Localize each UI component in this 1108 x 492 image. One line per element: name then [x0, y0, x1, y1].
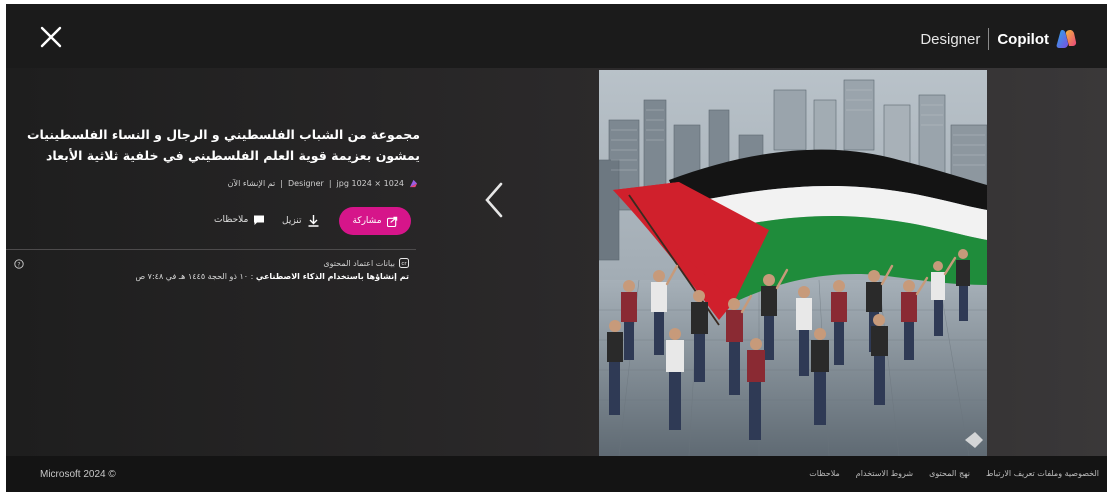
image-title: مجموعة من الشباب الفلسطيني و الرجال و ال… [26, 127, 420, 163]
meta-size: 1024 × 1024 jpg [336, 179, 404, 188]
designer-logo-icon [409, 179, 418, 188]
brand: Designer Copilot [920, 26, 1077, 52]
footer-links: الخصوصية وملفات تعريف الارتباط نهج المحت… [809, 469, 1099, 478]
content-credentials: cr بيانات اعتماد المحتوى [323, 258, 409, 268]
share-icon [386, 216, 397, 227]
meta-separator: | [280, 179, 283, 188]
brand-divider [988, 28, 990, 50]
comment-icon [254, 215, 265, 225]
download-icon [308, 215, 319, 227]
meta-status: تم الإنشاء الآن [227, 179, 276, 188]
generated-info: تم إنشاؤها باستخدام الذكاء الاصطناعي : ١… [135, 272, 409, 281]
close-button[interactable] [38, 24, 64, 50]
footer-link-terms[interactable]: شروط الاستخدام [856, 469, 913, 478]
footer-link-privacy[interactable]: الخصوصية وملفات تعريف الارتباط [986, 469, 1099, 478]
copyright-text: Microsoft 2024 © [40, 469, 116, 480]
footer-link-feedback[interactable]: ملاحظات [809, 469, 840, 478]
copilot-logo-icon [1056, 30, 1077, 48]
previous-arrow-icon[interactable] [480, 180, 508, 220]
content-credentials-label: بيانات اعتماد المحتوى [323, 258, 395, 268]
brand-designer-link[interactable]: Designer [920, 31, 980, 48]
brand-copilot-link[interactable]: Copilot [997, 31, 1049, 48]
svg-text:cr: cr [401, 261, 407, 267]
download-button[interactable]: تنزيل [282, 214, 320, 227]
meta-separator: | [328, 179, 332, 188]
close-icon [40, 26, 62, 48]
feedback-button[interactable]: ملاحظات [214, 214, 265, 226]
footer-link-content-policy[interactable]: نهج المحتوى [929, 469, 970, 478]
feedback-label: ملاحظات [214, 215, 249, 225]
top-bar: Designer Copilot [6, 4, 1107, 68]
share-button[interactable]: مشاركة [339, 207, 411, 235]
share-label: مشاركة [352, 216, 382, 226]
generated-image [599, 70, 987, 456]
content-credentials-icon: cr [399, 258, 409, 268]
generated-image-art [599, 70, 987, 456]
image-viewer: Designer Copilot مجموعة من الشباب الفلسط… [6, 4, 1107, 492]
meta-source: Designer [288, 179, 324, 188]
generated-by-ai-text: تم إنشاؤها باستخدام الذكاء الاصطناعي [255, 272, 409, 281]
help-icon[interactable]: ? [14, 259, 24, 269]
generated-date-text: : ١٠ ذو الحجة ١٤٤٥ هـ في ٧:٤٨ ص [135, 272, 254, 281]
image-meta: 1024 × 1024 jpg | Designer | تم الإنشاء … [228, 179, 418, 188]
download-label: تنزيل [282, 215, 302, 226]
details-divider [6, 249, 416, 250]
svg-text:?: ? [17, 261, 20, 268]
footer: Microsoft 2024 © الخصوصية وملفات تعريف ا… [6, 456, 1107, 492]
